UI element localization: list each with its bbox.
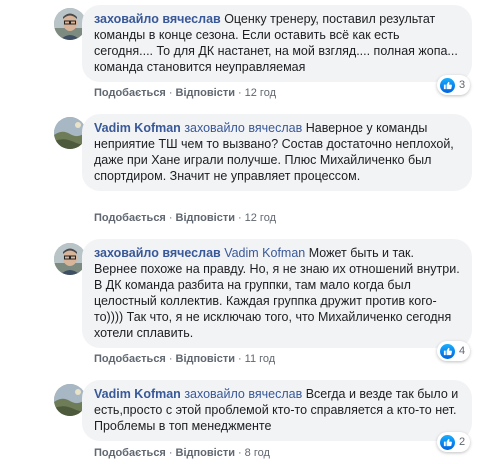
comment-actions: Подобається · Відповісти · 12 год	[94, 212, 276, 224]
comment-bubble: заховайло вячеслав Vadim Kofman Может бы…	[82, 239, 472, 348]
comment-bubble: заховайло вячеслав Оценку тренеру, поста…	[82, 5, 472, 82]
comment-bubble: Vadim Kofman заховайло вячеслав Наверное…	[82, 114, 472, 191]
reaction-number: 2	[459, 436, 466, 448]
author-name[interactable]: Vadim Kofman	[94, 387, 181, 401]
timestamp[interactable]: 12 год	[245, 212, 276, 224]
mention-link[interactable]: Vadim Kofman	[224, 246, 305, 260]
reaction-count[interactable]: 2	[437, 432, 471, 452]
reaction-number: 3	[459, 79, 466, 91]
like-button[interactable]: Подобається	[94, 87, 166, 99]
like-icon	[440, 77, 455, 93]
timestamp[interactable]: 12 год	[245, 87, 276, 99]
author-name[interactable]: Vadim Kofman	[94, 121, 181, 135]
reaction-count[interactable]: 3	[437, 75, 471, 95]
author-name[interactable]: заховайло вячеслав	[94, 12, 221, 26]
reply-button[interactable]: Відповісти	[176, 353, 235, 365]
like-button[interactable]: Подобається	[94, 353, 166, 365]
reply-button[interactable]: Відповісти	[176, 447, 235, 459]
comment-actions: Подобається · Відповісти · 11 год	[94, 353, 276, 365]
mention-link[interactable]: заховайло вячеслав	[184, 121, 302, 135]
like-button[interactable]: Подобається	[94, 447, 166, 459]
comment-actions: Подобається · Відповісти · 12 год	[94, 87, 276, 99]
comment-bubble: Vadim Kofman заховайло вячеслав Всегда и…	[82, 380, 472, 441]
reply-button[interactable]: Відповісти	[176, 212, 235, 224]
reaction-count[interactable]: 4	[437, 341, 471, 361]
comment-actions: Подобається · Відповісти · 8 год	[94, 447, 270, 459]
timestamp[interactable]: 11 год	[245, 353, 276, 365]
author-name[interactable]: заховайло вячеслав	[94, 246, 221, 260]
like-icon	[440, 434, 455, 450]
comment-text: Может быть и так. Вернее похоже на правд…	[94, 246, 460, 340]
like-icon	[440, 343, 455, 359]
timestamp[interactable]: 8 год	[245, 447, 270, 459]
like-button[interactable]: Подобається	[94, 212, 166, 224]
reaction-number: 4	[459, 345, 466, 357]
reply-button[interactable]: Відповісти	[176, 87, 235, 99]
mention-link[interactable]: заховайло вячеслав	[184, 387, 302, 401]
